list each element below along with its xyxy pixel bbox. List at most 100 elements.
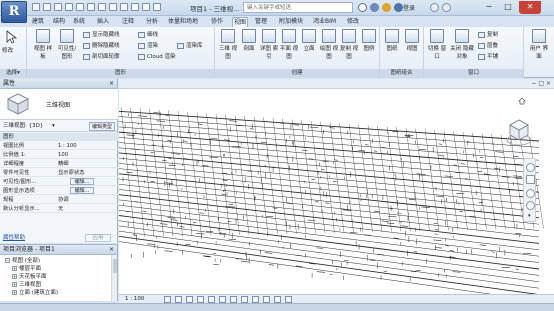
tab-2[interactable]: 系统 [72, 17, 86, 27]
tab-0[interactable]: 建筑 [31, 17, 45, 27]
thin-lines-button[interactable]: 细线 [138, 30, 158, 38]
pan-icon[interactable] [526, 175, 535, 184]
viewcube-icon[interactable] [506, 117, 532, 147]
graphics-section-header[interactable]: 图形 [0, 133, 118, 141]
app-menu-button[interactable]: R [1, 1, 27, 23]
expand-icon[interactable]: + [12, 274, 17, 279]
instance-filter[interactable]: 三维视图: {3D} ▾ 编辑类型 [0, 121, 118, 132]
browser-item[interactable]: + 楼层平面 [12, 266, 41, 272]
property-value[interactable]: 显示原状态 [58, 169, 116, 177]
open-icon[interactable] [32, 3, 40, 11]
property-row[interactable]: 比例值 1: 100 [0, 151, 118, 159]
show-hidden-lines-button[interactable]: 显示隐藏线 [83, 30, 120, 38]
redo-icon[interactable] [65, 3, 73, 11]
remove-hidden-lines-button[interactable]: 删除隐藏线 [83, 41, 120, 49]
property-row[interactable]: 图形显示选项 编辑... [0, 187, 118, 195]
place-view-button[interactable]: 视图 [402, 29, 422, 52]
property-row[interactable]: 默认分析显示... 无 [0, 205, 118, 213]
property-value[interactable]: 无 [58, 205, 116, 213]
property-row[interactable]: 视图比例 1 : 100 [0, 142, 118, 150]
tab-8[interactable]: 视图 [232, 17, 249, 27]
search-icon[interactable] [358, 3, 367, 12]
edit-type-button[interactable]: 编辑类型 [88, 122, 115, 131]
render-dialog-icon[interactable] [208, 296, 215, 303]
close-icon[interactable]: × [109, 245, 114, 255]
property-edit-button[interactable]: 编辑... [70, 178, 94, 185]
reveal-hidden-icon[interactable] [263, 296, 270, 303]
tab-7[interactable]: 协作 [210, 17, 224, 27]
tab-3[interactable]: 插入 [96, 17, 110, 27]
view-minimize-button[interactable]: − [531, 80, 536, 87]
elevation-button[interactable]: 立面 [299, 29, 319, 52]
view-template-button[interactable]: 视图 样板 [33, 29, 53, 60]
properties-help-link[interactable]: 属性帮助 [3, 233, 25, 241]
property-row[interactable]: 可见性/图形... 编辑... [0, 178, 118, 186]
section-button[interactable]: 剖面 [239, 29, 259, 52]
sheet-button[interactable]: 图纸 [382, 29, 402, 52]
visual-style-icon[interactable] [175, 296, 182, 303]
select-group-label[interactable]: 选择▾ [0, 69, 26, 78]
expand-icon[interactable]: + [12, 290, 17, 295]
browser-item[interactable]: + 天花板平面 [12, 274, 47, 280]
tab-5[interactable]: 分析 [145, 17, 159, 27]
property-row[interactable]: 规程 协调 [0, 196, 118, 204]
view-window-controls[interactable]: − □ × [531, 79, 551, 89]
duplicate-view-button[interactable]: 复制 视图 [339, 29, 359, 60]
tab-12[interactable]: 修改 [346, 17, 360, 27]
shadows-icon[interactable] [197, 296, 204, 303]
browser-item[interactable]: − 视图 (全部) [5, 258, 40, 264]
undo-icon[interactable] [54, 3, 62, 11]
thin-lines-icon[interactable] [142, 3, 150, 11]
browser-item[interactable]: + 立面 (建筑立面) [12, 290, 58, 296]
replicate-window-button[interactable]: 复制 [478, 30, 498, 38]
switch-windows-button[interactable]: 切换 窗口 [427, 29, 447, 60]
home-icon[interactable] [518, 97, 526, 105]
render-button[interactable]: 渲染 [138, 41, 158, 49]
type-selector[interactable]: 三维视图 [0, 89, 118, 120]
collapse-icon[interactable]: − [5, 258, 10, 263]
drafting-view-button[interactable]: 绘图 视图 [319, 29, 339, 60]
view-restore-button[interactable]: □ [538, 80, 544, 87]
scroll-thumb[interactable] [113, 259, 117, 273]
cloud-render-button[interactable]: Cloud 渲染 [138, 52, 175, 60]
text-icon[interactable] [131, 3, 139, 11]
crop-region-icon[interactable] [230, 296, 237, 303]
apply-button[interactable]: 应用 [85, 234, 111, 242]
view-close-button[interactable]: × [546, 80, 551, 87]
legend-button[interactable]: 图例 [359, 29, 379, 52]
3d-view-button[interactable]: 三维 视图 [218, 29, 238, 60]
tab-9[interactable]: 管理 [254, 17, 268, 27]
analysis-icon[interactable] [274, 296, 281, 303]
constraints-icon[interactable] [285, 296, 292, 303]
property-value[interactable]: 100 [58, 151, 116, 159]
save-icon[interactable] [43, 3, 51, 11]
render-gallery-button[interactable]: 渲染库 [177, 41, 203, 49]
annotate-icon[interactable] [98, 3, 106, 11]
building-model-wireframe[interactable] [119, 89, 554, 294]
user-icon[interactable] [394, 3, 403, 12]
measure-icon[interactable] [87, 3, 95, 11]
sun-path-icon[interactable] [186, 296, 193, 303]
3d-viewport[interactable] [119, 89, 554, 294]
callout-button[interactable]: 详图 索引 [259, 29, 279, 60]
expand-icon[interactable]: + [12, 266, 17, 271]
property-value[interactable]: 精细 [58, 160, 116, 168]
close-icon[interactable]: × [109, 79, 114, 89]
tab-1[interactable]: 结构 [52, 17, 66, 27]
orbit-icon[interactable] [526, 201, 535, 210]
crop-view-icon[interactable] [219, 296, 226, 303]
temp-hide-icon[interactable] [252, 296, 259, 303]
3d-view-icon[interactable] [109, 3, 117, 11]
browser-scrollbar[interactable] [111, 255, 117, 301]
section-icon[interactable] [120, 3, 128, 11]
tab-11[interactable]: 鸿业BIM [312, 17, 337, 27]
tab-6[interactable]: 体量和场地 [167, 17, 199, 27]
close-hidden-button[interactable]: 关闭 隐藏对象 [450, 29, 474, 60]
steering-wheel-icon[interactable] [526, 163, 535, 172]
help-icon[interactable] [442, 3, 451, 12]
tab-4[interactable]: 注释 [121, 17, 135, 27]
user-interface-button[interactable]: 用户 界面 [528, 29, 550, 60]
exchange-icon[interactable] [430, 3, 439, 12]
expand-icon[interactable]: + [12, 282, 17, 287]
switch-window-icon[interactable] [153, 3, 161, 11]
